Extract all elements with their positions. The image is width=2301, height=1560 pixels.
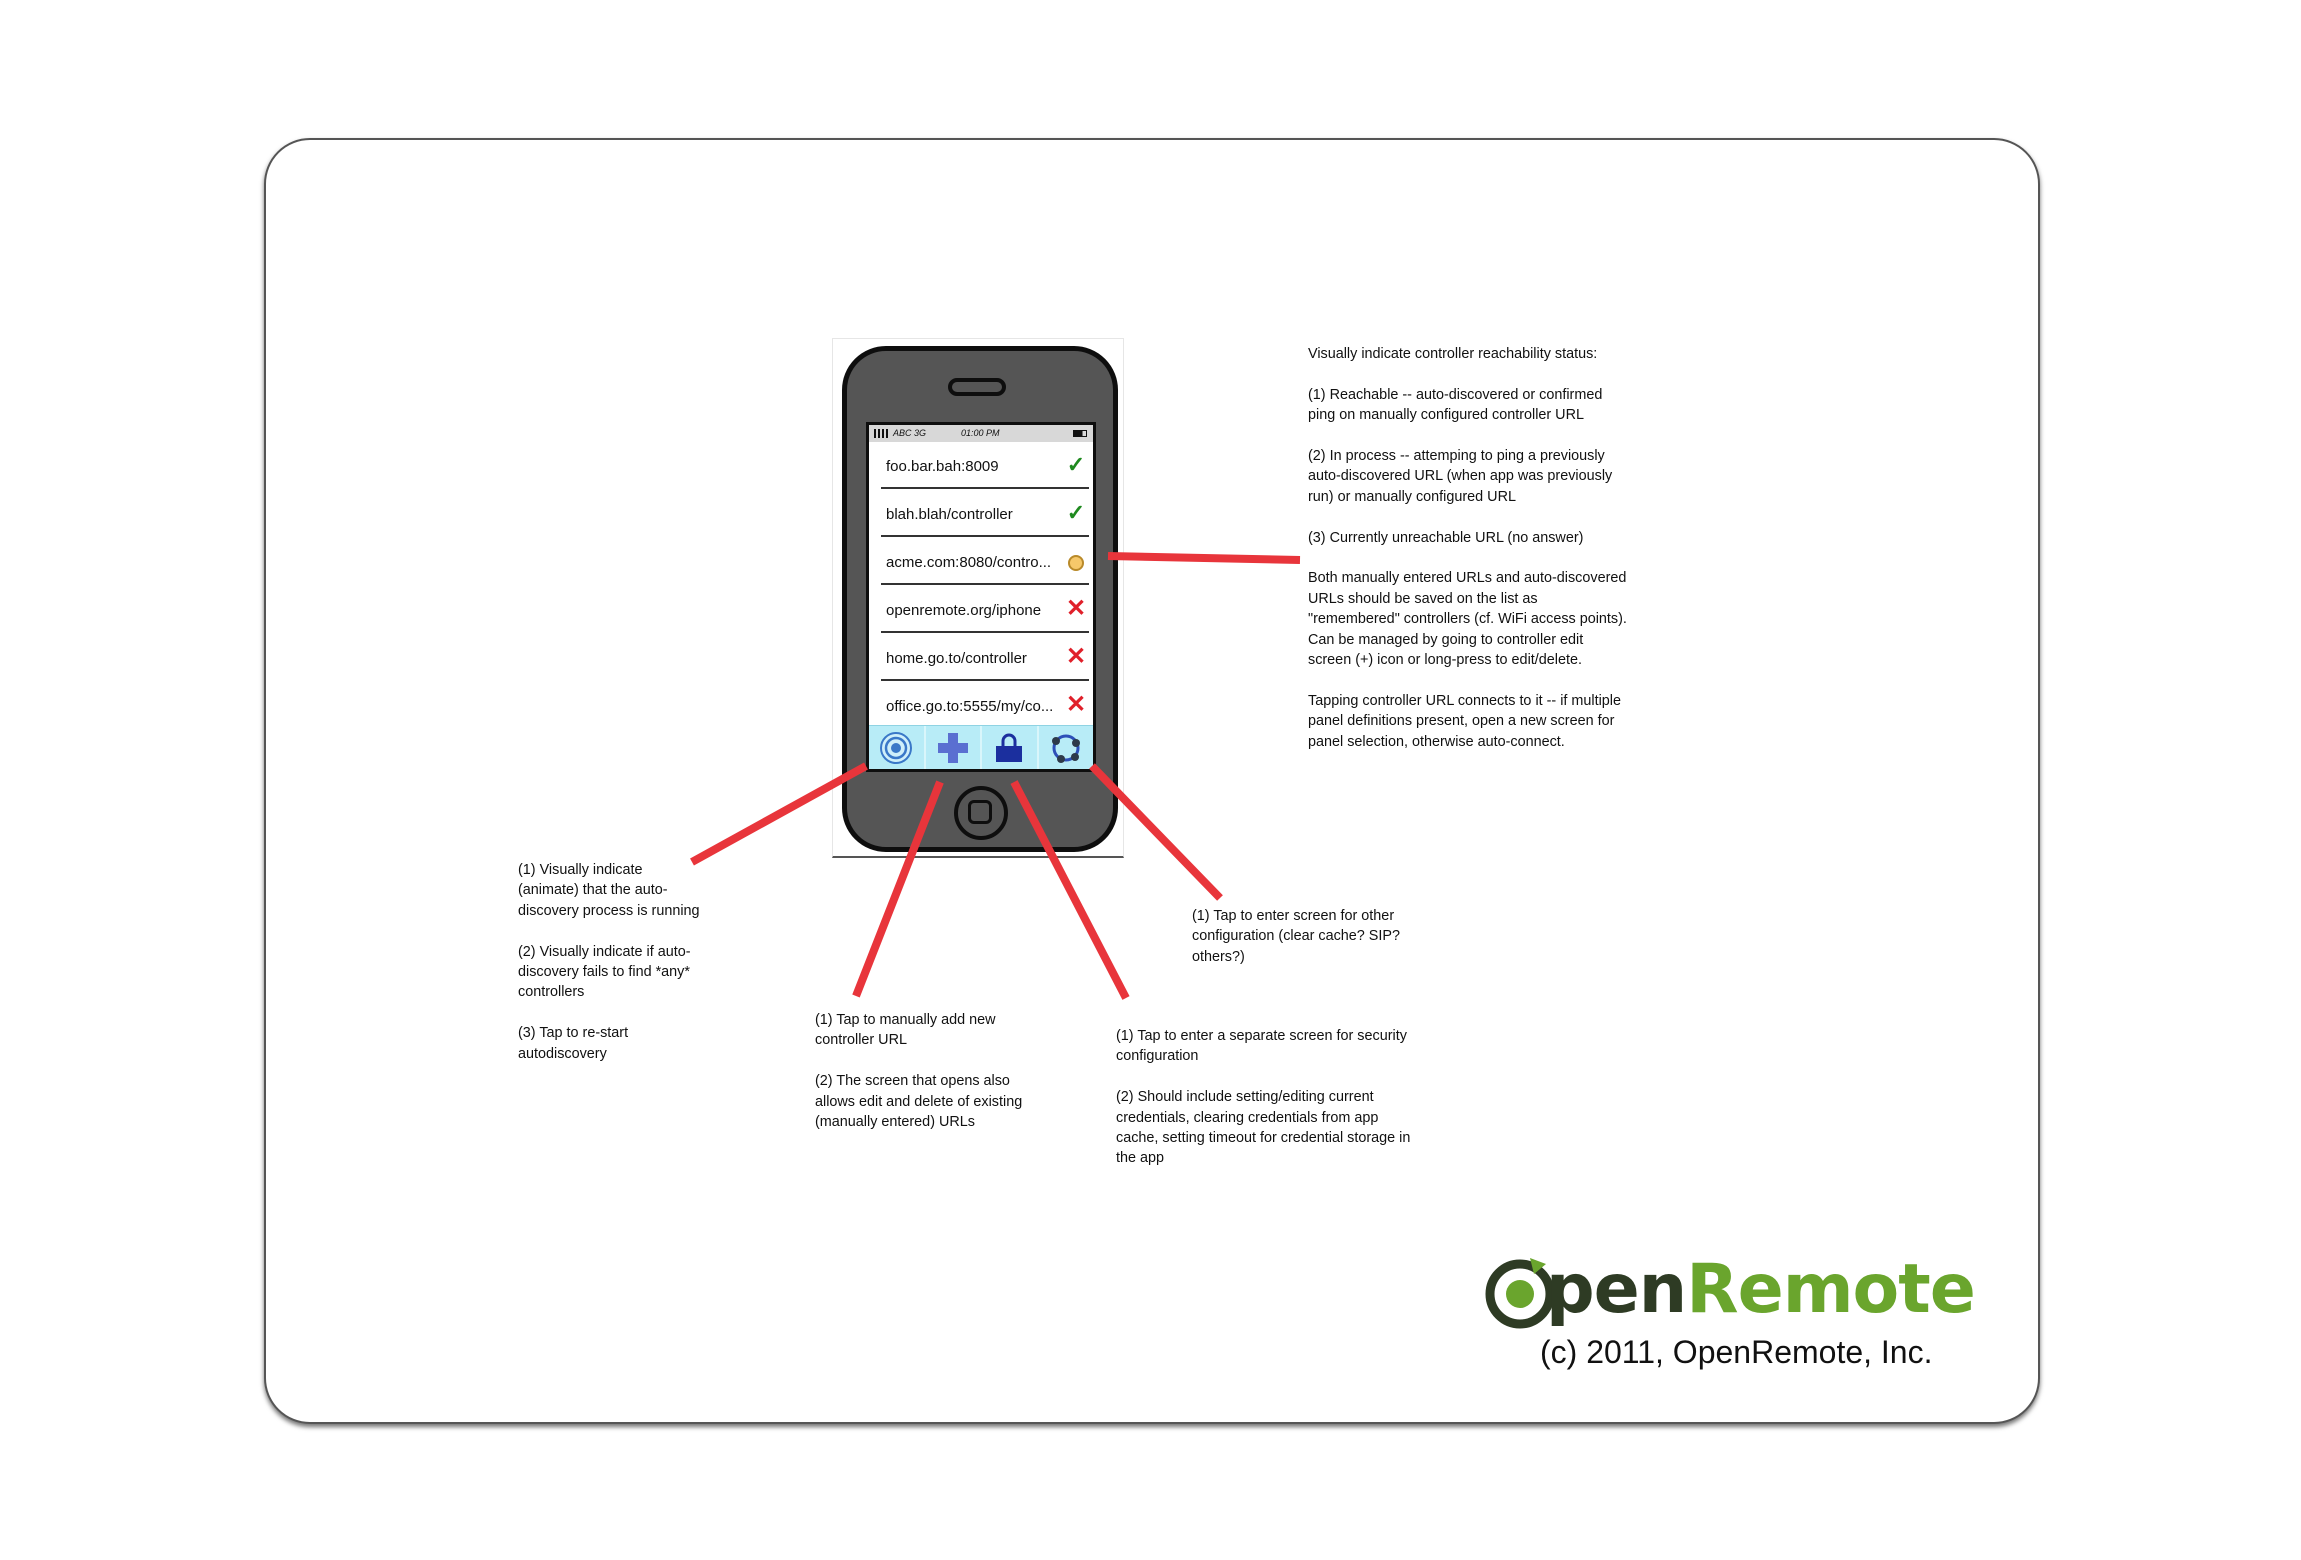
note-text: (2) In process -- attemping to ping a pr… <box>1308 448 1613 505</box>
callout-line-security <box>1010 780 1130 1000</box>
logo-text-remote: Remote <box>1686 1250 1976 1329</box>
note-text: (1) Reachable -- auto-discovered or conf… <box>1308 386 1603 424</box>
note-other-config: (1) Tap to enter screen for other config… <box>1192 906 1454 967</box>
copyright-text: (c) 2011, OpenRemote, Inc. <box>1540 1334 1933 1370</box>
callout-line-add <box>852 780 944 998</box>
note-text: (3) Tap to re-start autodiscovery <box>518 1025 629 1062</box>
note-autodiscovery: (1) Visually indicate (animate) that the… <box>518 860 700 1064</box>
note-add-controller: (1) Tap to manually add new controller U… <box>815 1010 1045 1132</box>
note-security: (1) Tap to enter a separate screen for s… <box>1116 1026 1416 1169</box>
note-text: (1) Tap to enter a separate screen for s… <box>1116 1028 1407 1065</box>
callout-line-autodiscovery <box>690 762 868 866</box>
note-text: (2) The screen that opens also allows ed… <box>815 1073 1023 1131</box>
note-text: Both manually entered URLs and auto-disc… <box>1308 570 1627 669</box>
note-text: (2) Visually indicate if auto-discovery … <box>518 943 691 1001</box>
note-text: Visually indicate controller reachabilit… <box>1308 346 1598 362</box>
note-text: (3) Currently unreachable URL (no answer… <box>1308 529 1584 546</box>
openremote-logo: penRemote <box>1484 1250 2014 1330</box>
note-reachability: Visually indicate controller reachabilit… <box>1308 344 1628 752</box>
note-text: (2) Should include setting/editing curre… <box>1116 1089 1411 1167</box>
note-text: Tapping controller URL connects to it --… <box>1308 692 1621 750</box>
callout-line-reachability <box>1107 552 1301 564</box>
callout-line-other-config <box>1089 763 1223 901</box>
logo-text-pen: pen <box>1546 1250 1687 1329</box>
note-text: (1) Visually indicate (animate) that the… <box>518 862 700 919</box>
note-text: (1) Tap to manually add new controller U… <box>815 1012 996 1049</box>
logo-wordmark: penRemote <box>1546 1250 1976 1330</box>
note-text: (1) Tap to enter screen for other config… <box>1192 908 1400 965</box>
